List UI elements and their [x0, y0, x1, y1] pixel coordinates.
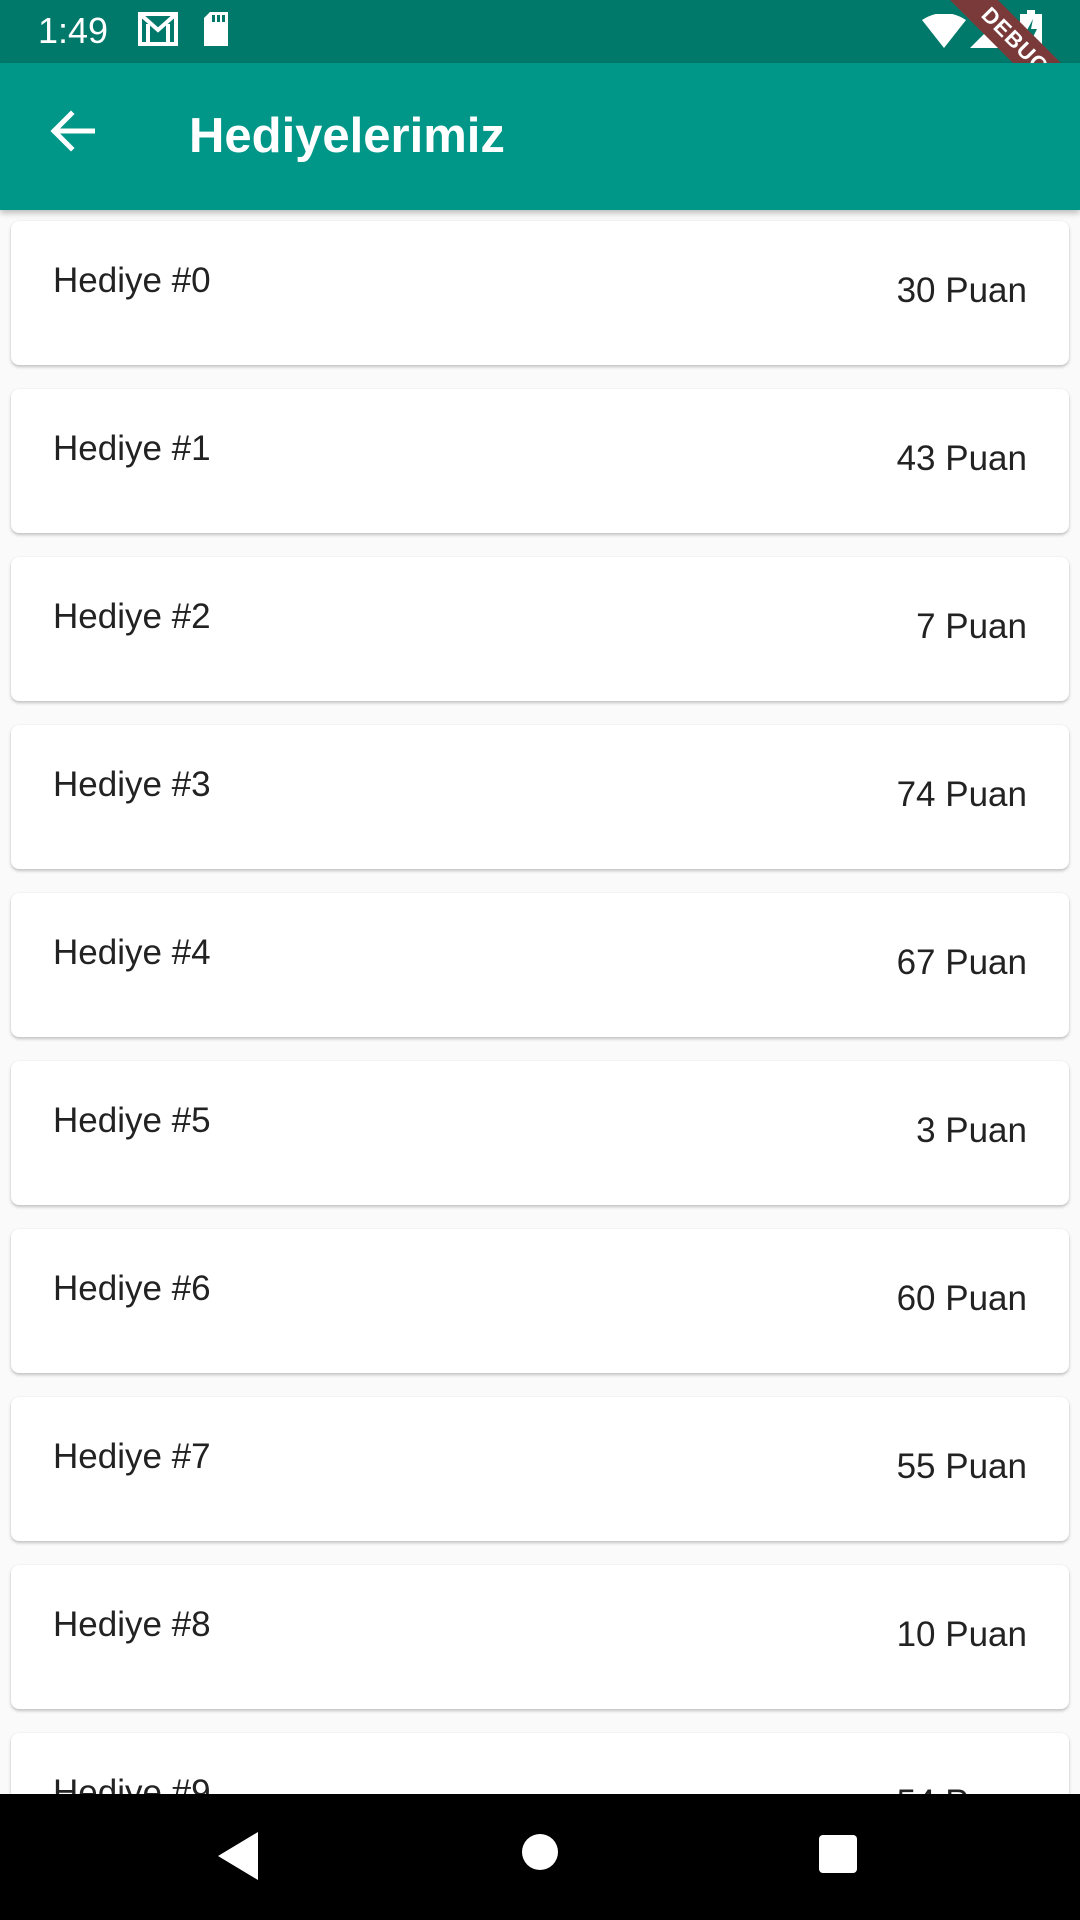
- gift-points: 43 Puan: [896, 439, 1027, 478]
- gift-points: 55 Puan: [896, 1447, 1027, 1486]
- gift-name: Hediye #0: [53, 261, 211, 300]
- system-nav-bar: [0, 1794, 1080, 1920]
- wifi-icon: [922, 13, 966, 53]
- gift-name: Hediye #1: [53, 429, 211, 468]
- back-button[interactable]: [42, 103, 102, 163]
- gift-points: 3 Puan: [916, 1111, 1027, 1150]
- home-circle-icon[interactable]: [520, 1832, 560, 1877]
- gift-name: Hediye #6: [53, 1269, 211, 1308]
- status-bar: 1:49 DEBUG: [0, 0, 1080, 128]
- gift-name: Hediye #2: [53, 597, 211, 636]
- gift-points: 54 Puan: [897, 1783, 1027, 1794]
- gift-points: 7 Puan: [916, 607, 1027, 646]
- gift-card[interactable]: Hediye #2 7 Puan: [11, 557, 1069, 701]
- gift-card[interactable]: Hediye #8 10 Puan: [11, 1565, 1069, 1709]
- gift-name: Hediye #8: [53, 1605, 211, 1644]
- gift-card[interactable]: Hediye #3 74 Puan: [11, 725, 1069, 869]
- back-triangle-icon[interactable]: [218, 1832, 258, 1885]
- gift-card[interactable]: Hediye #7 55 Puan: [11, 1397, 1069, 1541]
- gift-name: Hediye #4: [53, 933, 211, 972]
- gift-name: Hediye #7: [53, 1437, 211, 1476]
- gift-card[interactable]: Hediye #9 54 Puan: [11, 1733, 1069, 1794]
- gift-card[interactable]: Hediye #6 60 Puan: [11, 1229, 1069, 1373]
- sd-card-icon: [202, 12, 230, 51]
- gift-card[interactable]: Hediye #1 43 Puan: [11, 389, 1069, 533]
- gift-name: Hediye #5: [53, 1101, 211, 1140]
- recents-square-icon[interactable]: [818, 1834, 858, 1879]
- gift-name: Hediye #3: [53, 765, 211, 804]
- page-title: Hediyelerimiz: [189, 109, 505, 163]
- gift-card[interactable]: Hediye #5 3 Puan: [11, 1061, 1069, 1205]
- gift-points: 10 Puan: [896, 1615, 1027, 1654]
- app-bar: Hediyelerimiz: [0, 63, 1080, 210]
- gift-list[interactable]: Hediye #0 30 Puan Hediye #1 43 Puan Hedi…: [0, 210, 1080, 1794]
- gift-points: 30 Puan: [896, 271, 1027, 310]
- gift-name: Hediye #9: [53, 1773, 211, 1794]
- status-time: 1:49: [38, 10, 109, 51]
- arrow-back-icon: [49, 109, 96, 157]
- gift-points: 74 Puan: [896, 775, 1027, 814]
- gift-card[interactable]: Hediye #4 67 Puan: [11, 893, 1069, 1037]
- gift-points: 67 Puan: [896, 943, 1027, 982]
- gift-card[interactable]: Hediye #0 30 Puan: [11, 221, 1069, 365]
- gift-points: 60 Puan: [896, 1279, 1027, 1318]
- gmail-icon: [138, 12, 178, 51]
